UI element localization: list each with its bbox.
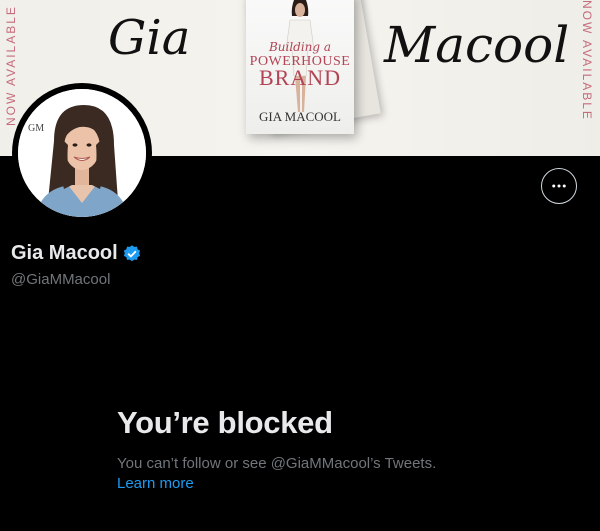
display-name: Gia Macool [11, 242, 118, 264]
avatar[interactable]: GM [12, 83, 152, 223]
more-options-button[interactable] [541, 168, 577, 204]
book-title-line1: Building a [268, 40, 332, 54]
avatar-portrait-icon: GM [18, 89, 146, 217]
book-cover: Building a POWERHOUSE BRAND GIA MACOOL [246, 0, 354, 134]
learn-more-link[interactable]: Learn more [117, 475, 194, 492]
banner-side-text-right: NOW AVAILABLE [580, 0, 594, 121]
more-horizontal-icon [552, 184, 566, 188]
avatar-photo: GM [18, 89, 146, 217]
verified-badge-icon[interactable] [122, 244, 142, 264]
banner-script-last-name: Macool [384, 16, 570, 74]
avatar-monogram: GM [28, 123, 44, 134]
profile-name-row: Gia Macool [11, 242, 142, 265]
blocked-title: You’re blocked [117, 405, 333, 440]
profile-page: NOW AVAILABLE NOW AVAILABLE Gia Macool B… [0, 0, 600, 531]
book-title-line3: BRAND [258, 65, 341, 90]
blocked-description: You can’t follow or see @GiaMMacool’s Tw… [117, 455, 437, 472]
banner-side-text-left: NOW AVAILABLE [4, 5, 18, 126]
profile-handle: @GiaMMacool [11, 271, 111, 288]
banner-script-first-name: Gia [108, 10, 191, 66]
book-author: GIA MACOOL [259, 109, 341, 124]
